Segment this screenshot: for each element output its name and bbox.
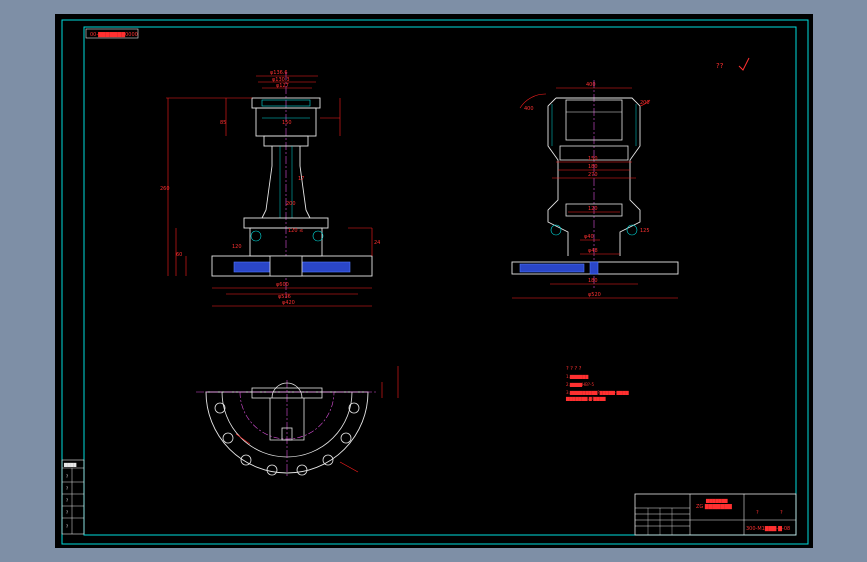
side-view: 400 150 180 270 400 200 120 125 180 φ520… <box>511 80 679 299</box>
dimension-label: φ127 <box>276 83 289 89</box>
drawing-number: 300-M1▇▇▇-▇-08 <box>746 526 790 532</box>
dimension-label: 120 <box>588 206 598 212</box>
revision-mark: ?? <box>716 57 750 71</box>
dimension-label: 400 <box>586 82 596 88</box>
dimension-label: φ520 <box>588 292 601 298</box>
revision-row: ? <box>66 524 68 529</box>
cad-drawing: 00-▇▇▇▇▇▇▇0000 ?? ▇▇▇▇ ? ? ? ? ? φ136.6 … <box>61 19 809 545</box>
dimension-label: φ48 <box>588 248 598 254</box>
checkmark-icon <box>738 57 750 71</box>
revision-row: ? <box>66 486 68 491</box>
revision-row: ? <box>66 498 68 503</box>
note-line: ▇▇▇▇▇▇▇.▇/▇▇▇▇ <box>565 396 606 401</box>
dimension-label: 125 <box>640 228 650 234</box>
revision-row: ? <box>66 510 68 515</box>
front-view: φ136.6 φ130.3 φ127 150 260 φ600 φ536 φ42… <box>160 70 380 307</box>
title-mark-right: ? <box>780 510 783 516</box>
dimension-label: φ136.6 <box>270 70 288 76</box>
dimension-label: φ40 <box>584 234 594 240</box>
revision-text: ?? <box>716 62 724 70</box>
notes-heading: ? ? ? ? <box>566 366 582 372</box>
title-block: ZG ▇▇▇▇▇▇▇ ▇▇▇▇▇▇▇ ? ? 300-M1▇▇▇-▇-08 <box>634 493 797 536</box>
dimension-label: 120 <box>232 244 242 250</box>
dimension-label: 270 <box>588 172 598 178</box>
dimension-label: 200 <box>640 100 650 106</box>
note-line: 1.▇▇▇▇▇▇ <box>566 374 589 379</box>
dimension-label: 180 <box>588 278 598 284</box>
revision-row: ? <box>66 474 68 479</box>
dimension-label: 60 <box>176 252 182 258</box>
dimension-label: 150 <box>588 156 598 162</box>
dimension-label: φ600 <box>276 282 289 288</box>
revision-column: ▇▇▇▇ ? ? ? ? ? <box>61 459 85 535</box>
part-subtitle: ▇▇▇▇▇▇▇ <box>705 498 728 503</box>
drawing-code-box: 00-▇▇▇▇▇▇▇0000 <box>85 28 139 39</box>
note-line: 2.▇▇▇▇HB?-5 <box>566 382 594 387</box>
note-line: 3.▇▇▇▇▇▇▇▇▇?▇▇▇▇▇-▇▇▇▇ <box>566 390 630 395</box>
part-name: ZG ▇▇▇▇▇▇▇ <box>696 504 732 510</box>
dimension-label: φ420 <box>282 300 295 306</box>
dimension-label: 85 <box>220 120 226 126</box>
outer-border <box>61 19 809 545</box>
dimension-label: 260 <box>160 186 170 192</box>
dimension-label: 120 ≤ <box>288 228 303 234</box>
dimension-label: 200 <box>286 201 296 207</box>
dimension-label: 180 <box>588 164 598 170</box>
technical-notes: ? ? ? ? 1.▇▇▇▇▇▇ 2.▇▇▇▇HB?-5 3.▇▇▇▇▇▇▇▇▇… <box>565 366 630 401</box>
title-mark-left: ? <box>756 510 759 516</box>
drawing-code-label: 00-▇▇▇▇▇▇▇0000 <box>90 32 138 38</box>
dimension-label: 24 <box>374 240 380 246</box>
dimension-label: 400 <box>524 106 534 112</box>
side-hatch <box>519 263 585 273</box>
dimension-label: 17 <box>298 176 304 182</box>
revision-header: ▇▇▇▇ <box>63 462 77 467</box>
inner-border <box>83 26 797 536</box>
dimension-label: 150 <box>282 120 292 126</box>
plan-view <box>196 366 399 478</box>
